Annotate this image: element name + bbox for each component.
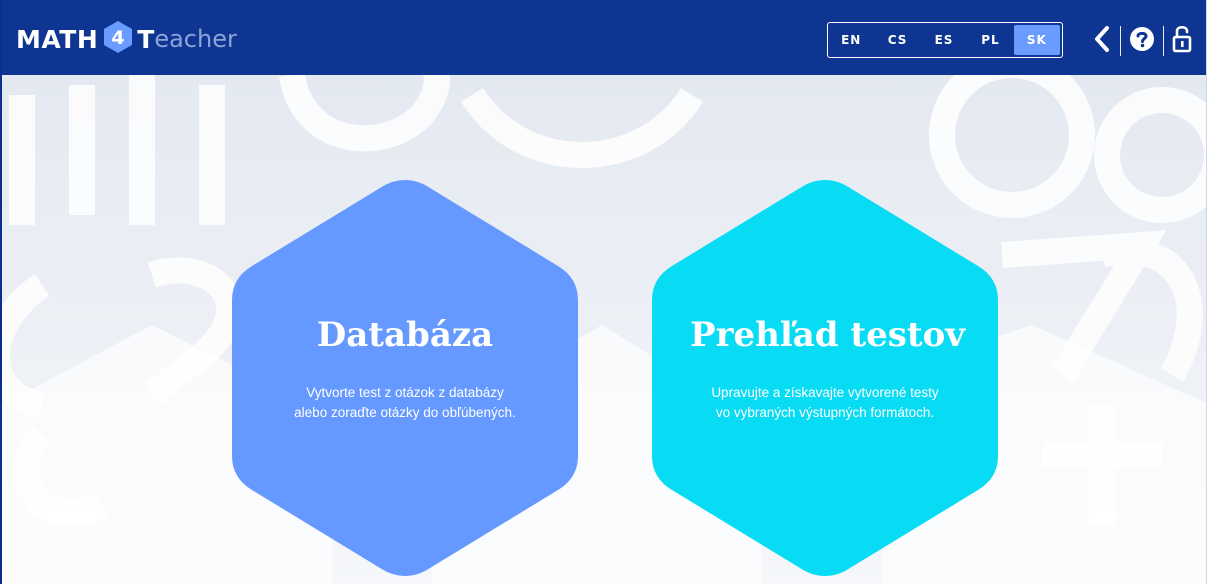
- database-card[interactable]: Databáza Vytvorte test z otázok z databá…: [230, 178, 580, 578]
- lang-en[interactable]: EN: [828, 23, 874, 57]
- logo-digit: 4: [112, 27, 125, 49]
- lang-cs[interactable]: CS: [874, 23, 920, 57]
- logo-math: MATH: [16, 24, 99, 54]
- header-actions: [1092, 24, 1192, 58]
- card-content: Databáza Vytvorte test z otázok z databá…: [270, 313, 540, 423]
- app-logo[interactable]: MATH 4 Teacher: [16, 19, 237, 59]
- lang-pl[interactable]: PL: [967, 23, 1013, 57]
- logo-rest: eacher: [154, 25, 237, 53]
- logo-t: T: [137, 24, 155, 54]
- divider: [1120, 26, 1121, 56]
- card-title: Prehľad testov: [690, 315, 966, 355]
- language-switcher: EN CS ES PL SK: [827, 22, 1063, 58]
- card-content: Prehľad testov Upravujte a získavajte vy…: [690, 313, 966, 423]
- card-title: Databáza: [316, 315, 494, 355]
- tests-overview-card[interactable]: Prehľad testov Upravujte a získavajte vy…: [650, 178, 1000, 578]
- page: MATH 4 Teacher EN CS ES PL SK Databáza V…: [0, 0, 1207, 584]
- back-chevron-icon[interactable]: [1092, 25, 1112, 57]
- background-numbers: [2, 75, 1206, 584]
- unlock-icon[interactable]: [1172, 24, 1192, 58]
- logo-hex-icon: 4: [101, 19, 135, 59]
- card-description: Vytvorte test z otázok z databázy alebo …: [294, 385, 516, 420]
- card-description: Upravujte a získavajte vytvorené testy v…: [711, 385, 939, 420]
- header-bar: MATH 4 Teacher EN CS ES PL SK: [2, 0, 1206, 75]
- lang-sk[interactable]: SK: [1013, 25, 1061, 55]
- help-icon[interactable]: [1129, 26, 1155, 56]
- lang-es[interactable]: ES: [921, 23, 967, 57]
- divider: [1163, 26, 1164, 56]
